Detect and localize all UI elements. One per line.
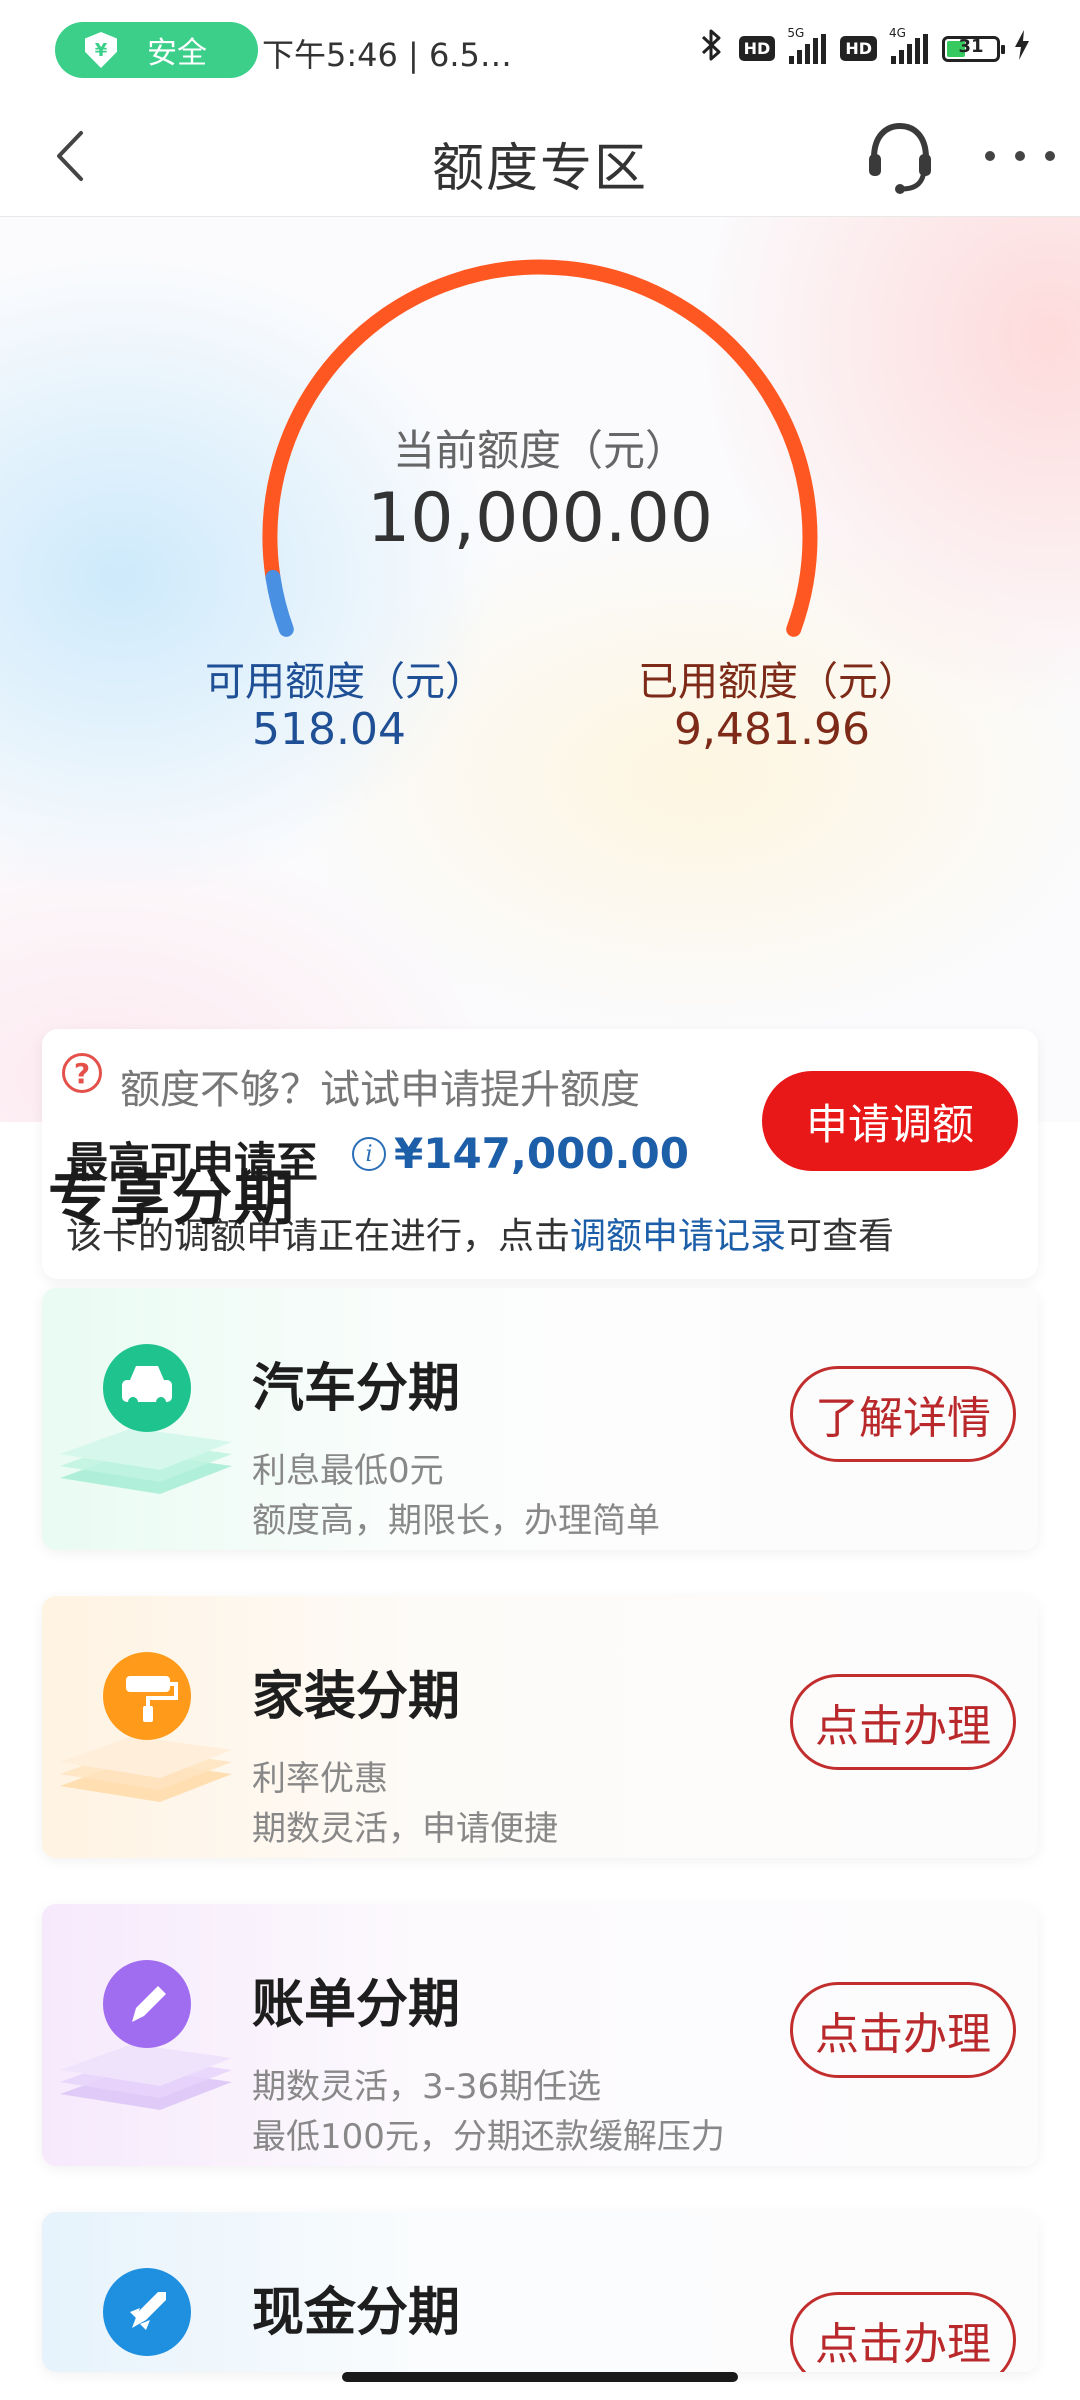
max-apply-amount: ¥147,000.00 <box>394 1129 689 1178</box>
product-title: 账单分期 <box>252 1975 461 2035</box>
product-title: 汽车分期 <box>252 1359 461 1419</box>
security-label: 安全 <box>147 36 207 71</box>
customer-service-button[interactable] <box>860 116 940 196</box>
product-desc-line2: 最低100元，分期还款缓解压力 <box>252 2117 725 2157</box>
network-5g-label: 5G <box>787 25 805 40</box>
dot-icon <box>985 151 995 161</box>
hd-icon-2: HD <box>840 36 877 61</box>
product-card-home-decor[interactable]: 家装分期 利率优惠 期数灵活，申请便捷 点击办理 <box>42 1596 1038 1858</box>
question-icon: ? <box>62 1053 102 1093</box>
notice-suffix: 可查看 <box>786 1216 895 1257</box>
dot-icon <box>1045 151 1055 161</box>
product-desc-line1: 期数灵活，3-36期任选 <box>252 2067 602 2107</box>
product-desc-line1: 利率优惠 <box>252 1759 388 1799</box>
signal-5g-icon: 5G <box>787 26 827 64</box>
shield-icon: ¥ <box>85 32 117 68</box>
product-title: 家装分期 <box>252 1667 461 1727</box>
status-time: 下午5:46 | 6.5… <box>262 36 512 74</box>
apply-now-button[interactable]: 点击办理 <box>790 2292 1016 2372</box>
dot-icon <box>1015 151 1025 161</box>
product-desc-line1: 利息最低0元 <box>252 1451 444 1491</box>
apply-now-button[interactable]: 点击办理 <box>790 1982 1016 2078</box>
info-icon[interactable]: i <box>352 1137 386 1171</box>
signal-4g-icon: 4G <box>889 26 928 64</box>
apply-now-button[interactable]: 点击办理 <box>790 1674 1016 1770</box>
network-4g-label: 4G <box>889 25 906 40</box>
nav-bar: 额度专区 <box>0 96 1080 217</box>
current-credit-label: 当前额度（元） <box>392 426 687 475</box>
available-credit-arc <box>265 569 294 637</box>
product-card-bill[interactable]: 账单分期 期数灵活，3-36期任选 最低100元，分期还款缓解压力 点击办理 <box>42 1904 1038 2166</box>
product-title: 现金分期 <box>252 2283 461 2343</box>
application-record-link[interactable]: 调额申请记录 <box>570 1216 786 1257</box>
product-desc-line2: 期数灵活，申请便捷 <box>252 1809 558 1849</box>
product-card-cash[interactable]: 现金分期 点击办理 <box>42 2212 1038 2372</box>
learn-more-button[interactable]: 了解详情 <box>790 1366 1016 1462</box>
used-credit-label: 已用额度（元） <box>638 659 918 705</box>
apply-increase-button[interactable]: 申请调额 <box>762 1071 1018 1171</box>
credit-overview: 当前额度（元） 10,000.00 可用额度（元） 518.04 已用额度（元）… <box>0 217 1080 1279</box>
status-bar: ¥ 安全 下午5:46 | 6.5… HD 5G HD 4G 31 <box>0 0 1080 96</box>
security-badge[interactable]: ¥ 安全 <box>55 22 258 78</box>
status-icons: HD 5G HD 4G 31 <box>699 26 1030 69</box>
headset-icon <box>869 122 931 194</box>
hd-icon: HD <box>738 36 776 61</box>
credit-gauge <box>262 259 818 637</box>
increase-prompt: 额度不够？试试申请提升额度 <box>120 1067 640 1113</box>
current-credit-value: 10,000.00 <box>366 479 714 558</box>
battery-icon: 31 <box>942 35 1005 62</box>
more-options-button[interactable] <box>985 136 1055 176</box>
available-credit-label: 可用额度（元） <box>205 659 485 705</box>
home-indicator[interactable] <box>342 2372 738 2382</box>
product-desc-line2: 额度高，期限长，办理简单 <box>252 1501 660 1541</box>
section-title: 专享分期 <box>48 1164 296 1234</box>
available-credit-value: 518.04 <box>252 704 406 755</box>
charging-icon <box>1014 30 1030 67</box>
product-card-car[interactable]: 汽车分期 利息最低0元 额度高，期限长，办理简单 了解详情 <box>42 1288 1038 1550</box>
bluetooth-icon <box>699 28 725 69</box>
battery-level: 31 <box>958 35 984 57</box>
used-credit-value: 9,481.96 <box>674 704 870 755</box>
